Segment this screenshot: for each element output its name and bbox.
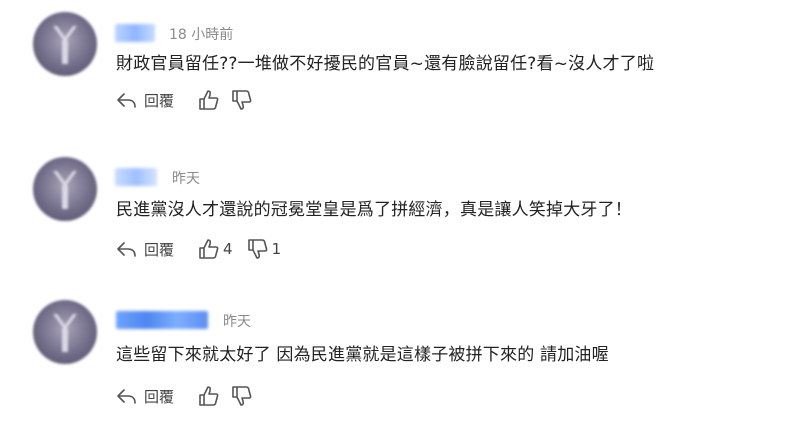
comment-text: 民進黨沒人才還說的冠冕堂皇是爲了拼經濟，真是讓人笑掉大牙了！ [116, 200, 632, 220]
username-blurred[interactable] [116, 311, 208, 329]
reply-label: 回覆 [144, 91, 175, 110]
like-button[interactable] [198, 385, 223, 407]
comment-item: 18 小時前 財政官員留任??一堆做不好擾民的官員~還有臉說留任?看~沒人才了啦… [0, 0, 786, 130]
comment-timestamp: 昨天 [172, 171, 200, 187]
thumbs-down-icon [247, 238, 269, 260]
like-count: 4 [223, 240, 233, 258]
avatar[interactable] [33, 300, 97, 364]
dislike-button[interactable]: 1 [247, 238, 282, 260]
comment-item: 昨天 民進黨沒人才還說的冠冕堂皇是爲了拼經濟，真是讓人笑掉大牙了！ 回覆 4 1 [0, 140, 786, 270]
comment-actions: 回覆 [116, 384, 256, 408]
reply-label: 回覆 [144, 240, 175, 259]
avatar[interactable] [33, 157, 97, 221]
reply-arrow-icon [116, 387, 138, 405]
reply-button[interactable]: 回覆 [116, 239, 174, 260]
dislike-button[interactable] [231, 89, 256, 111]
like-button[interactable] [198, 89, 223, 111]
thumbs-up-icon [198, 89, 220, 111]
avatar[interactable] [33, 12, 97, 76]
comment-item: 昨天 這些留下來就太好了 因為民進黨就是這樣子被拼下來的 請加油喔 回覆 [0, 283, 786, 413]
thumbs-down-icon [231, 89, 253, 111]
username-blurred[interactable] [115, 168, 157, 186]
comment-actions: 回覆 [116, 88, 256, 112]
thumbs-up-icon [198, 385, 220, 407]
dislike-button[interactable] [231, 385, 256, 407]
comment-text: 這些留下來就太好了 因為民進黨就是這樣子被拼下來的 請加油喔 [116, 345, 609, 365]
dislike-count: 1 [271, 240, 282, 258]
reply-arrow-icon [116, 240, 138, 258]
comment-timestamp: 昨天 [223, 314, 251, 330]
comment-text: 財政官員留任??一堆做不好擾民的官員~還有臉說留任?看~沒人才了啦 [116, 54, 655, 74]
reply-arrow-icon [116, 91, 138, 109]
reply-label: 回覆 [144, 387, 175, 406]
like-button[interactable]: 4 [198, 238, 233, 260]
reply-button[interactable]: 回覆 [116, 386, 174, 407]
thumbs-down-icon [231, 385, 253, 407]
reply-button[interactable]: 回覆 [116, 90, 174, 111]
comment-timestamp: 18 小時前 [169, 27, 234, 43]
thumbs-up-icon [198, 238, 220, 260]
username-blurred[interactable] [115, 24, 155, 42]
comment-actions: 回覆 4 1 [116, 237, 281, 261]
